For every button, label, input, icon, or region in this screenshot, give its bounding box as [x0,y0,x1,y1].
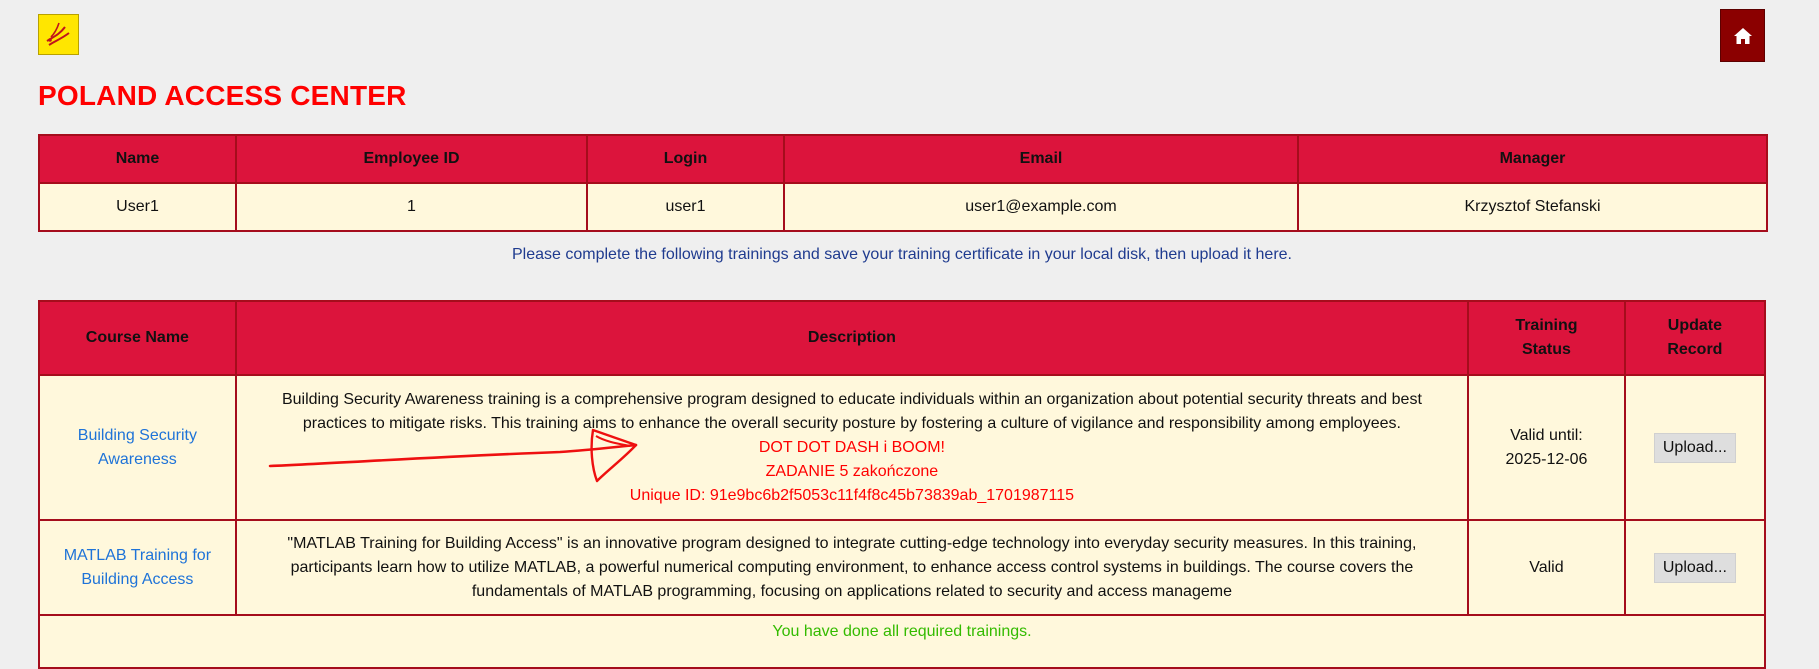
course-link-building-security[interactable]: Building Security Awareness [78,427,197,468]
upload-button[interactable]: Upload... [1653,432,1736,463]
column-header-description: Description [234,300,1470,376]
table-row: MATLAB Training for Building Access "MAT… [38,519,1767,616]
course-description: "MATLAB Training for Building Access" is… [234,519,1470,616]
page-title: POLAND ACCESS CENTER [38,80,407,111]
user-info-table: Name Employee ID Login Email Manager Use… [38,134,1768,232]
column-header-manager: Manager [1297,134,1768,184]
instruction-text: Please complete the following trainings … [512,246,1292,263]
unique-id-text: Unique ID: 91e9bc6b2f5053c11f4f8c45b7383… [629,486,1075,504]
bird-logo-icon [38,14,79,55]
column-header-email: Email [783,134,1299,184]
user-name: User1 [38,182,237,232]
home-icon [1733,27,1752,44]
manager-name: Krzysztof Stefanski [1297,182,1768,232]
annotation-line: DOT DOT DASH i BOOM! [758,438,945,456]
course-table: Course Name Description Training Status … [38,300,1767,669]
training-status: Valid until: 2025-12-06 [1467,374,1626,521]
annotation-line: ZADANIE 5 zakończone [765,462,939,480]
completion-message: You have done all required trainings. [38,614,1766,669]
user-login: user1 [586,182,785,232]
course-link-matlab-training[interactable]: MATLAB Training for Building Access [64,547,211,588]
summary-row: You have done all required trainings. [38,614,1766,669]
course-description: Building Security Awareness training is … [234,374,1470,521]
column-header-employee-id: Employee ID [235,134,588,184]
column-header-training-status: Training Status [1467,300,1626,376]
home-button[interactable] [1720,9,1765,62]
column-header-name: Name [38,134,237,184]
column-header-course-name: Course Name [38,300,237,376]
upload-button[interactable]: Upload... [1653,552,1736,583]
description-text: Building Security Awareness training is … [281,390,1422,432]
employee-id: 1 [235,182,588,232]
user-email: user1@example.com [783,182,1299,232]
table-row: Building Security Awareness Building Sec… [38,374,1767,521]
training-status: Valid [1467,519,1626,616]
table-row: User1 1 user1 user1@example.com Krzyszto… [38,182,1768,232]
column-header-update-record: Update Record [1623,300,1767,376]
column-header-login: Login [586,134,785,184]
